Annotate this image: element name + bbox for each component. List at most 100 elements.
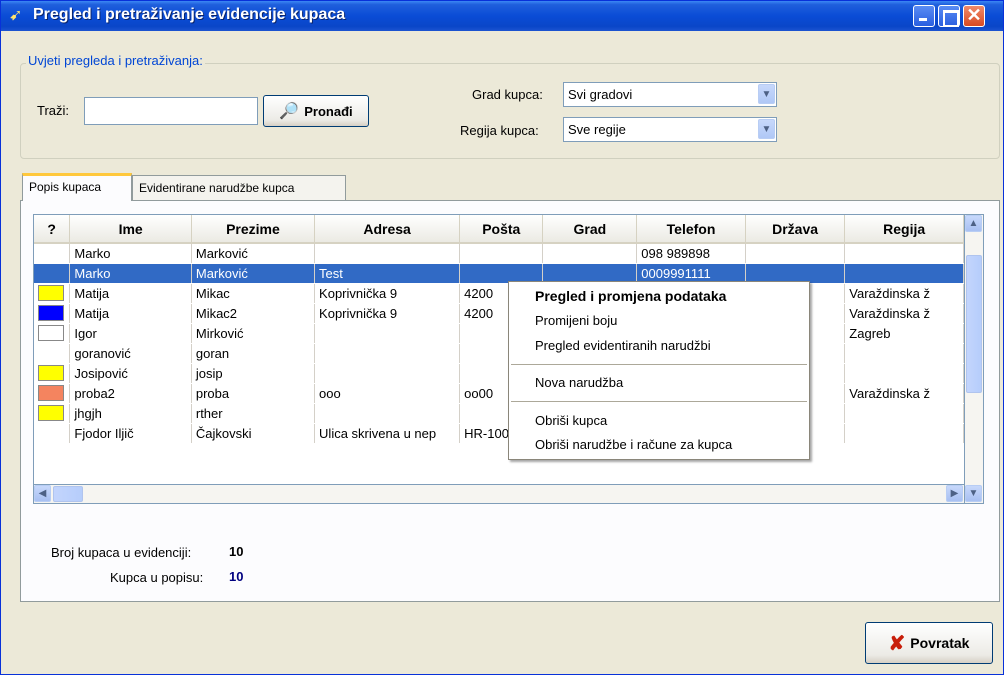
- tab-evidentirane-narudzbe[interactable]: Evidentirane narudžbe kupca: [132, 175, 346, 201]
- cell-ime[interactable]: Matija: [69, 303, 192, 324]
- column-header-posta[interactable]: Pošta: [459, 215, 544, 244]
- cell-ime[interactable]: Igor: [69, 323, 192, 344]
- cell-regija[interactable]: [844, 403, 964, 424]
- cell-grad[interactable]: [542, 243, 638, 264]
- vertical-scrollbar[interactable]: ▲ ▼: [965, 214, 984, 504]
- customer-grid[interactable]: ? Ime Prezime Adresa Pošta Grad Telefon …: [33, 214, 965, 485]
- cell-regija[interactable]: Varaždinska ž: [844, 303, 964, 324]
- search-button[interactable]: 🔎 Pronađi: [263, 95, 369, 127]
- horizontal-scroll-thumb[interactable]: [53, 486, 83, 502]
- menu-item-nova-narudzba[interactable]: Nova narudžba: [535, 375, 623, 390]
- chevron-down-icon[interactable]: ▼: [758, 84, 775, 104]
- close-button[interactable]: ✕: [963, 5, 985, 27]
- region-select[interactable]: Sve regije ▼: [563, 117, 777, 142]
- cell-telefon[interactable]: 0009991111: [636, 263, 746, 284]
- cell-adresa[interactable]: Koprivnička 9: [314, 303, 461, 324]
- cell-adresa[interactable]: Test: [314, 263, 461, 284]
- table-row[interactable]: Marko Marković 098 989898: [34, 243, 964, 264]
- cell-ime[interactable]: Marko: [69, 243, 192, 264]
- cell-grad[interactable]: [542, 263, 638, 284]
- cell-prezime[interactable]: proba: [191, 383, 316, 404]
- scroll-right-icon[interactable]: ▶: [946, 485, 963, 502]
- cell-drzava[interactable]: [745, 243, 846, 264]
- color-cell[interactable]: [34, 263, 71, 284]
- column-header-regija[interactable]: Regija: [844, 215, 964, 244]
- chevron-down-icon[interactable]: ▼: [758, 119, 775, 139]
- color-cell[interactable]: [34, 283, 71, 304]
- table-row[interactable]: Josipović josip: [34, 363, 964, 384]
- color-cell[interactable]: [34, 323, 71, 344]
- cell-ime[interactable]: jhgjh: [69, 403, 192, 424]
- cell-regija[interactable]: Zagreb: [844, 323, 964, 344]
- cell-regija[interactable]: [844, 243, 964, 264]
- cell-regija[interactable]: [844, 423, 964, 444]
- title-bar[interactable]: ➹ Pregled i pretraživanje evidencije kup…: [1, 1, 1003, 31]
- cell-drzava[interactable]: [745, 263, 846, 284]
- column-header-color[interactable]: ?: [34, 215, 71, 244]
- cell-ime[interactable]: Fjodor Iljič: [69, 423, 192, 444]
- cell-adresa[interactable]: Ulica skrivena u nep: [314, 423, 461, 444]
- cell-regija[interactable]: Varaždinska ž: [844, 383, 964, 404]
- color-cell[interactable]: [34, 243, 71, 264]
- table-row[interactable]: jhgjh rther: [34, 403, 964, 424]
- cell-prezime[interactable]: rther: [191, 403, 316, 424]
- cell-telefon[interactable]: 098 989898: [636, 243, 746, 264]
- table-row[interactable]: Matija Mikac2 Koprivnička 9 4200 Varaždinska…: [34, 303, 964, 324]
- cell-prezime[interactable]: Mirković: [191, 323, 316, 344]
- column-header-telefon[interactable]: Telefon: [636, 215, 746, 244]
- cell-regija[interactable]: [844, 343, 964, 364]
- cell-prezime[interactable]: Mikac2: [191, 303, 316, 324]
- cell-regija[interactable]: [844, 363, 964, 384]
- table-row[interactable]: Matija Mikac Koprivnička 9 4200 Varaždinska …: [34, 283, 964, 304]
- color-cell[interactable]: [34, 363, 71, 384]
- horizontal-scrollbar[interactable]: ◀ ▶: [33, 485, 965, 504]
- cell-adresa[interactable]: [314, 243, 461, 264]
- color-cell[interactable]: [34, 303, 71, 324]
- cell-prezime[interactable]: Marković: [191, 263, 316, 284]
- cell-posta[interactable]: [459, 243, 544, 264]
- cell-prezime[interactable]: goran: [191, 343, 316, 364]
- cell-ime[interactable]: Matija: [69, 283, 192, 304]
- scroll-left-icon[interactable]: ◀: [34, 485, 51, 502]
- search-input[interactable]: [84, 97, 258, 125]
- cell-prezime[interactable]: Marković: [191, 243, 316, 264]
- city-select[interactable]: Svi gradovi ▼: [563, 82, 777, 107]
- column-header-drzava[interactable]: Država: [745, 215, 846, 244]
- cell-regija[interactable]: [844, 263, 964, 284]
- menu-item-promijeni-boju[interactable]: Promijeni boju: [535, 313, 617, 328]
- back-button[interactable]: ✘ Povratak: [865, 622, 993, 664]
- menu-item-pregled-promjena[interactable]: Pregled i promjena podataka: [535, 288, 726, 304]
- table-row[interactable]: Fjodor Iljič Čajkovski Ulica skrivena u ne…: [34, 423, 964, 444]
- tab-popis-kupaca[interactable]: Popis kupaca: [22, 173, 132, 201]
- cell-adresa[interactable]: Koprivnička 9: [314, 283, 461, 304]
- cell-ime[interactable]: Josipović: [69, 363, 192, 384]
- column-header-grad[interactable]: Grad: [542, 215, 638, 244]
- cell-adresa[interactable]: [314, 323, 461, 344]
- color-cell[interactable]: [34, 383, 71, 404]
- cell-adresa[interactable]: ooo: [314, 383, 461, 404]
- cell-prezime[interactable]: Čajkovski: [191, 423, 316, 444]
- cell-adresa[interactable]: [314, 343, 461, 364]
- menu-item-obrisi-narudzbe[interactable]: Obriši narudžbe i račune za kupca: [535, 437, 732, 452]
- color-cell[interactable]: [34, 343, 71, 364]
- column-header-prezime[interactable]: Prezime: [191, 215, 316, 244]
- vertical-scroll-thumb[interactable]: [966, 255, 982, 393]
- column-header-adresa[interactable]: Adresa: [314, 215, 461, 244]
- maximize-button[interactable]: [938, 5, 960, 27]
- menu-item-obrisi-kupca[interactable]: Obriši kupca: [535, 413, 607, 428]
- cell-posta[interactable]: [459, 263, 544, 284]
- cell-adresa[interactable]: [314, 363, 461, 384]
- cell-ime[interactable]: goranović: [69, 343, 192, 364]
- minimize-button[interactable]: [913, 5, 935, 27]
- color-cell[interactable]: [34, 423, 71, 444]
- table-row[interactable]: Igor Mirković Zagreb: [34, 323, 964, 344]
- column-header-ime[interactable]: Ime: [69, 215, 192, 244]
- scroll-up-icon[interactable]: ▲: [965, 215, 982, 232]
- color-cell[interactable]: [34, 403, 71, 424]
- table-row[interactable]: proba2 proba ooo oo00 Varaždinska ž: [34, 383, 964, 404]
- cell-ime[interactable]: proba2: [69, 383, 192, 404]
- table-row[interactable]: Marko Marković Test 0009991111: [34, 263, 964, 284]
- cell-regija[interactable]: Varaždinska ž: [844, 283, 964, 304]
- cell-prezime[interactable]: Mikac: [191, 283, 316, 304]
- scroll-down-icon[interactable]: ▼: [965, 485, 982, 502]
